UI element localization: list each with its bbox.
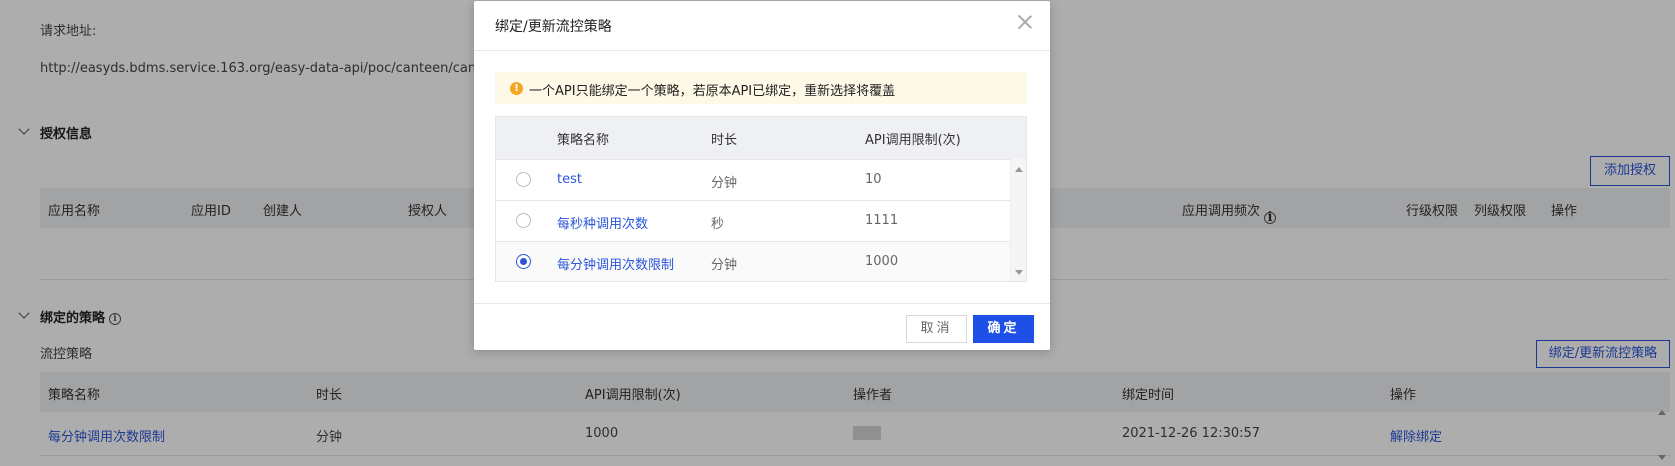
policy-table-header: 策略名称 时长 API调用限制(次)	[496, 117, 1026, 159]
policy-limit: 10	[865, 172, 882, 187]
policy-radio-test[interactable]	[516, 172, 531, 187]
confirm-button[interactable]: 确定	[973, 315, 1034, 343]
policy-duration: 分钟	[711, 176, 738, 191]
policy-limit: 1111	[865, 213, 899, 228]
close-icon[interactable]	[1016, 13, 1034, 31]
header-divider	[474, 50, 1050, 51]
policy-col-limit: API调用限制(次)	[865, 133, 961, 148]
warning-alert: ! 一个API只能绑定一个策略，若原本API已绑定，重新选择将覆盖	[495, 72, 1027, 104]
policy-table: 策略名称 时长 API调用限制(次) test 分钟 10 每秒种调用次数 秒 …	[495, 116, 1027, 282]
table-scrollbar[interactable]	[1010, 159, 1026, 281]
policy-radio-per-minute[interactable]	[516, 254, 531, 269]
policy-col-duration: 时长	[711, 133, 738, 148]
footer-divider	[474, 303, 1050, 304]
table-row[interactable]: test 分钟 10	[496, 159, 1011, 200]
table-row[interactable]: 每分钟调用次数限制 分钟 1000	[496, 241, 1011, 281]
policy-name[interactable]: 每秒种调用次数	[557, 213, 648, 232]
policy-limit: 1000	[865, 254, 899, 269]
warning-icon: !	[510, 82, 523, 95]
alert-text: 一个API只能绑定一个策略，若原本API已绑定，重新选择将覆盖	[529, 84, 896, 99]
bind-policy-dialog: 绑定/更新流控策略 ! 一个API只能绑定一个策略，若原本API已绑定，重新选择…	[474, 1, 1050, 350]
dialog-title: 绑定/更新流控策略	[495, 19, 612, 35]
policy-radio-per-second[interactable]	[516, 213, 531, 228]
scroll-up-icon[interactable]	[1015, 167, 1023, 172]
policy-col-name: 策略名称	[557, 133, 610, 148]
policy-duration: 分钟	[711, 258, 738, 273]
scroll-down-icon[interactable]	[1015, 270, 1023, 275]
policy-name[interactable]: 每分钟调用次数限制	[557, 254, 674, 273]
policy-duration: 秒	[711, 217, 725, 232]
table-row[interactable]: 每秒种调用次数 秒 1111	[496, 200, 1011, 241]
policy-name[interactable]: test	[557, 172, 582, 187]
cancel-button[interactable]: 取消	[906, 315, 967, 343]
